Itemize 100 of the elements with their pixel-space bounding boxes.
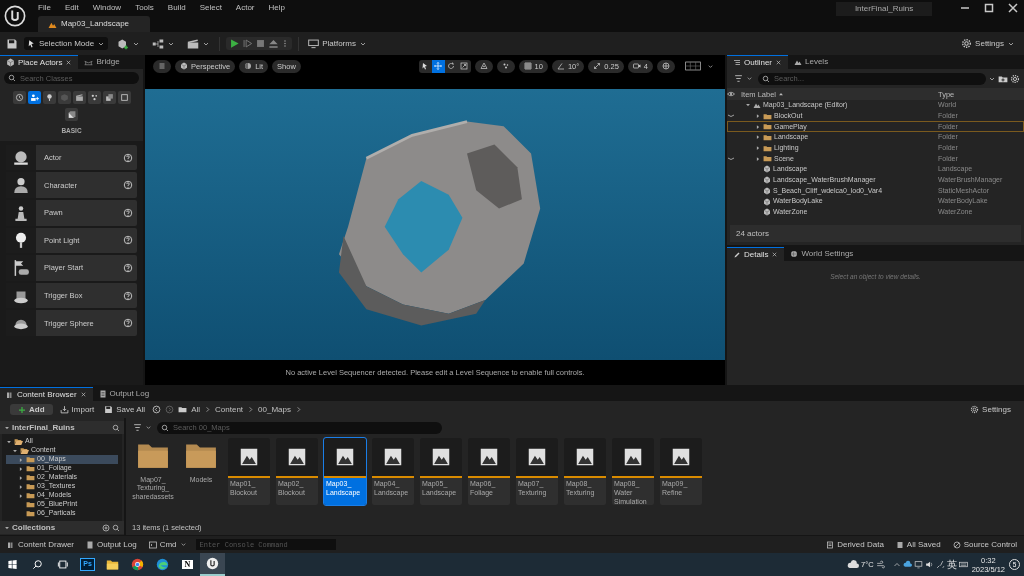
all-saved-button[interactable]: All Saved <box>892 537 944 552</box>
boxes-icon <box>104 93 114 102</box>
move-icon <box>434 62 443 70</box>
close-icon[interactable] <box>79 391 87 398</box>
books-icon <box>6 390 14 399</box>
collapse-arrow-icon[interactable] <box>4 524 10 531</box>
save-all-button[interactable]: Save All <box>101 402 149 417</box>
help-icon[interactable] <box>123 207 133 218</box>
category-tab[interactable] <box>87 91 101 104</box>
close-icon[interactable] <box>771 251 779 258</box>
browser-logo-icon <box>131 558 144 571</box>
import-button[interactable]: Import <box>56 402 98 417</box>
mode-dropdown[interactable]: Selection Mode <box>24 36 109 51</box>
back-icon[interactable] <box>152 405 162 414</box>
panel-tab[interactable]: Details <box>727 247 785 261</box>
help-icon[interactable] <box>123 235 133 246</box>
list-icon <box>826 540 835 549</box>
collapse-arrow-icon[interactable] <box>745 102 751 109</box>
eye-icon[interactable] <box>727 90 735 98</box>
cube-icon <box>180 62 188 70</box>
stop-icon[interactable] <box>255 38 267 49</box>
network-icon[interactable] <box>935 560 945 569</box>
menu-item[interactable]: File <box>38 3 51 13</box>
menu-item[interactable]: Actor <box>235 3 255 13</box>
breadcrumb-link[interactable]: Content <box>215 404 244 415</box>
category-tab[interactable] <box>117 91 131 104</box>
document-tab[interactable]: Map03_Landscape <box>38 16 150 32</box>
play-icon[interactable] <box>229 38 241 49</box>
settings-button[interactable]: Settings <box>958 36 1018 51</box>
add-circle-icon[interactable] <box>102 523 110 532</box>
flag-icon <box>12 258 30 277</box>
platforms-button[interactable]: Platforms <box>305 36 370 51</box>
menu-item[interactable]: Tools <box>135 3 154 13</box>
close-icon[interactable] <box>775 59 782 66</box>
help-icon[interactable] <box>123 262 133 273</box>
menu-item[interactable]: Edit <box>64 3 79 13</box>
category-tab[interactable] <box>72 91 86 104</box>
help-icon[interactable] <box>123 318 133 329</box>
transform-tool[interactable] <box>457 59 471 73</box>
transform-tool[interactable] <box>431 59 445 73</box>
panel-tab[interactable]: Outliner <box>727 55 788 69</box>
add-button[interactable]: Add <box>10 403 53 416</box>
menu-button[interactable] <box>153 59 171 73</box>
help-icon[interactable] <box>123 290 133 301</box>
keyboard-icon[interactable] <box>958 560 968 569</box>
menu-item[interactable]: Help <box>268 3 285 13</box>
cloud-icon[interactable] <box>902 560 912 569</box>
cmd-dropdown[interactable]: Cmd <box>145 537 190 552</box>
nodes-icon <box>152 37 165 50</box>
save-icon <box>104 405 114 414</box>
search-icon[interactable] <box>112 523 120 532</box>
source-control-button[interactable]: Source Control <box>949 537 1020 552</box>
derived-data-button[interactable]: Derived Data <box>823 537 887 552</box>
output-log-button[interactable]: Output Log <box>83 537 140 552</box>
settings-button[interactable]: Settings <box>967 402 1014 417</box>
sort-icon <box>778 91 785 97</box>
panel-tab[interactable]: Content Browser <box>0 387 93 401</box>
category-tab[interactable] <box>42 91 56 104</box>
scatter-button[interactable] <box>496 59 515 73</box>
speaker-icon[interactable] <box>924 560 934 569</box>
category-tab[interactable] <box>102 91 116 104</box>
category-tab[interactable] <box>27 91 41 104</box>
monitor-icon[interactable] <box>913 560 923 569</box>
input-method-indicator[interactable]: 英 <box>946 558 957 571</box>
eject-icon[interactable] <box>268 38 280 49</box>
content-drawer-button[interactable]: Content Drawer <box>4 537 78 552</box>
taskbar-app[interactable] <box>200 553 225 576</box>
map-icon <box>430 446 452 468</box>
menu-item[interactable]: Select <box>199 3 222 13</box>
folder-icon[interactable] <box>178 405 188 414</box>
menu-item[interactable]: Window <box>92 3 122 13</box>
help-icon[interactable] <box>123 180 133 191</box>
settings-icon <box>970 405 980 414</box>
chevron-icon[interactable] <box>295 406 302 413</box>
pawn-icon <box>12 203 30 222</box>
surface-snap-button[interactable] <box>474 59 493 73</box>
panel-tab[interactable]: Place Actors <box>0 55 79 69</box>
cloud-icon[interactable] <box>847 558 860 571</box>
save-icon[interactable] <box>6 37 18 50</box>
menu-icon <box>158 62 166 70</box>
chevron-up-icon[interactable] <box>892 560 901 569</box>
settings-icon[interactable] <box>1010 73 1020 84</box>
triangle-icon <box>479 62 488 70</box>
close-icon[interactable] <box>65 59 73 66</box>
category-tab[interactable] <box>65 108 78 121</box>
list-icon <box>733 58 741 67</box>
layout-grid-icon <box>682 60 704 72</box>
chevron-icon[interactable] <box>204 406 212 413</box>
menu-item[interactable]: Build <box>167 3 186 13</box>
breadcrumb-link[interactable]: 00_Maps <box>258 404 291 415</box>
taskbar-app[interactable]: N <box>175 553 200 576</box>
angle-icon <box>556 62 565 70</box>
scale-icon <box>460 62 469 70</box>
layout-button[interactable] <box>657 59 675 73</box>
square-icon <box>119 93 129 102</box>
chevron-icon[interactable] <box>247 406 255 413</box>
breadcrumb-link[interactable]: All <box>191 404 201 415</box>
search-icon[interactable] <box>112 423 120 432</box>
help-icon[interactable] <box>123 152 133 163</box>
step-icon[interactable] <box>242 38 254 49</box>
